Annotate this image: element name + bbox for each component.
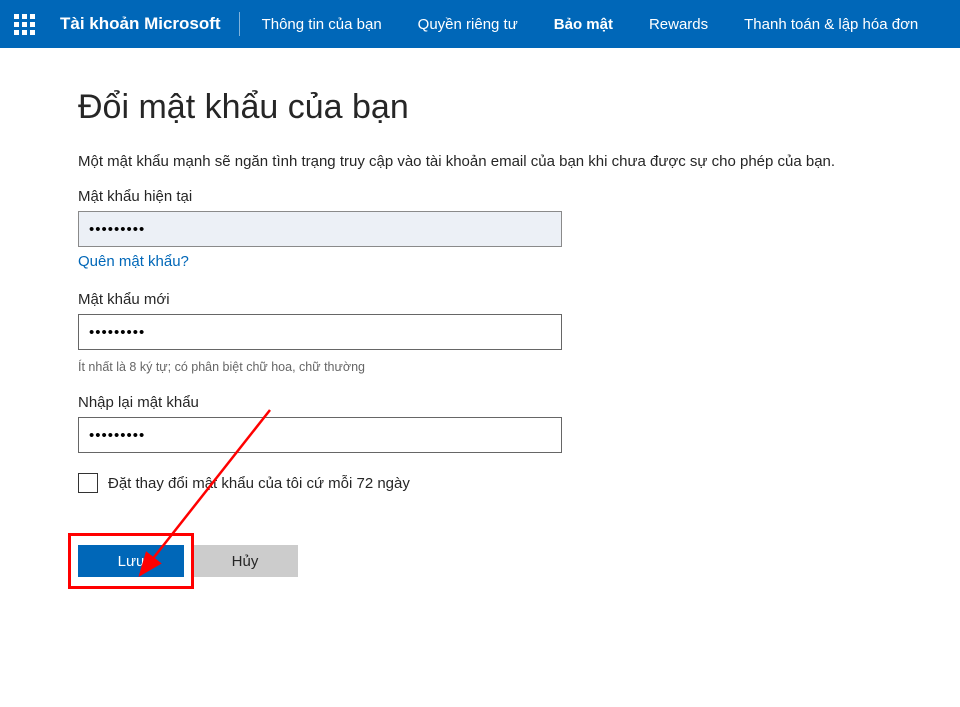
cancel-button[interactable]: Hủy [192,545,298,577]
nav-privacy[interactable]: Quyền riêng tư [400,0,536,48]
header-nav: Thông tin của bạn Quyền riêng tư Bảo mật… [244,0,937,48]
nav-rewards[interactable]: Rewards [631,0,726,48]
new-password-label: Mật khẩu mới [78,291,960,308]
current-password-label: Mật khẩu hiện tại [78,188,960,205]
confirm-password-group: Nhập lại mật khẩu [78,394,960,453]
forgot-password-link[interactable]: Quên mật khẩu? [78,253,189,270]
new-password-input[interactable] [78,314,562,350]
confirm-password-input[interactable] [78,417,562,453]
page-description: Một mật khẩu mạnh sẽ ngăn tình trạng tru… [78,153,960,170]
nav-billing[interactable]: Thanh toán & lập hóa đơn [726,0,936,48]
header: Tài khoản Microsoft Thông tin của bạn Qu… [0,0,960,48]
password-hint: Ít nhất là 8 ký tự; có phân biệt chữ hoa… [78,360,960,374]
force-change-checkbox[interactable] [78,473,98,493]
current-password-input[interactable] [78,211,562,247]
header-divider [239,12,240,36]
brand-title[interactable]: Tài khoản Microsoft [48,14,239,34]
new-password-group: Mật khẩu mới Ít nhất là 8 ký tự; có phân… [78,291,960,374]
button-row: Lưu Hủy [78,545,960,577]
nav-your-info[interactable]: Thông tin của bạn [244,0,400,48]
page-title: Đổi mật khẩu của bạn [78,88,960,127]
nav-security[interactable]: Bảo mật [536,0,631,48]
confirm-password-label: Nhập lại mật khẩu [78,394,960,411]
app-launcher-icon[interactable] [0,0,48,48]
force-change-label: Đặt thay đổi mật khẩu của tôi cứ mỗi 72 … [108,475,410,492]
force-change-row: Đặt thay đổi mật khẩu của tôi cứ mỗi 72 … [78,473,960,493]
save-button[interactable]: Lưu [78,545,184,577]
content: Đổi mật khẩu của bạn Một mật khẩu mạnh s… [0,48,960,577]
current-password-group: Mật khẩu hiện tại Quên mật khẩu? [78,188,960,271]
